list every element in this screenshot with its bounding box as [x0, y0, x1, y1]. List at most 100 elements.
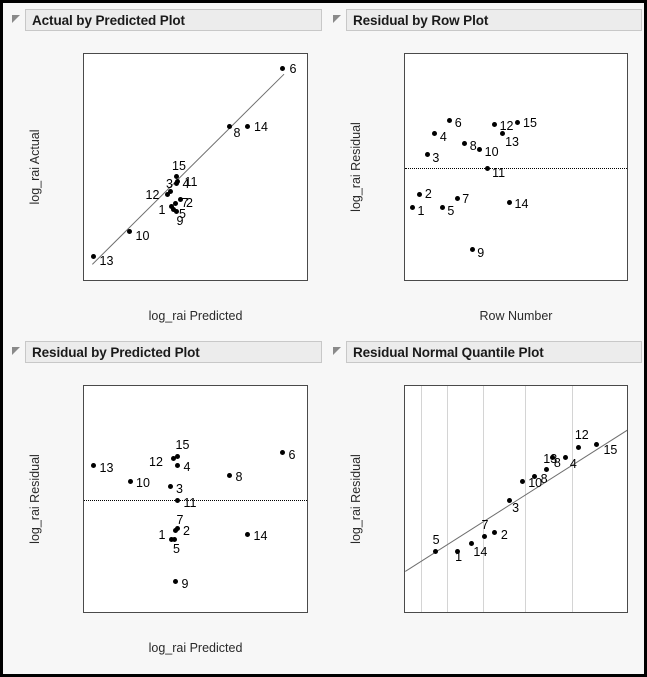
y-tick-mark-minor	[83, 519, 84, 520]
y-tick-mark	[404, 54, 405, 55]
data-point[interactable]	[173, 201, 178, 207]
x-tick-mark	[209, 612, 210, 613]
data-point[interactable]	[227, 472, 232, 478]
x-tick-mark	[284, 612, 285, 613]
data-point[interactable]	[543, 467, 549, 473]
y-axis-title: log_rai Residual	[349, 454, 363, 544]
data-point[interactable]	[492, 121, 498, 127]
triangle-disclosure-icon[interactable]	[12, 347, 20, 355]
data-point[interactable]	[127, 229, 132, 235]
data-point[interactable]	[173, 174, 179, 180]
panel-header-actual-by-predicted[interactable]: Actual by Predicted Plot	[12, 9, 322, 31]
data-point[interactable]	[173, 579, 178, 585]
y-tick-mark	[83, 206, 84, 207]
plot-frame: 123456789101112131415-0.6-0.4-0.20.00.20…	[404, 53, 628, 281]
data-point[interactable]	[424, 152, 430, 158]
data-point[interactable]	[165, 192, 170, 198]
x-tick-mark	[572, 612, 573, 613]
data-point-label: 11	[492, 166, 506, 180]
y-tick-mark-minor	[83, 244, 84, 245]
data-point[interactable]	[175, 453, 180, 459]
data-point[interactable]	[499, 131, 505, 137]
data-point[interactable]	[481, 534, 487, 540]
data-point-label: 2	[424, 186, 432, 201]
data-point[interactable]	[280, 65, 285, 71]
data-point[interactable]	[91, 254, 96, 260]
triangle-disclosure-icon[interactable]	[12, 15, 20, 23]
panel-header-residual-by-row[interactable]: Residual by Row Plot	[333, 9, 642, 31]
data-point[interactable]	[173, 527, 178, 533]
data-point-label: 5	[173, 541, 180, 556]
data-point[interactable]	[175, 497, 180, 503]
data-point[interactable]	[507, 199, 513, 205]
y-tick-mark	[83, 500, 84, 501]
y-tick-mark-minor	[83, 481, 84, 482]
data-point[interactable]	[469, 247, 475, 253]
data-point[interactable]	[519, 478, 525, 484]
data-point-label: 6	[288, 447, 296, 462]
gridline-vertical	[420, 386, 422, 612]
y-tick-mark	[404, 500, 405, 501]
data-point[interactable]	[514, 119, 520, 125]
data-point[interactable]	[462, 140, 468, 146]
data-point[interactable]	[576, 444, 582, 450]
y-tick-mark	[83, 462, 84, 463]
x-tick-mark	[517, 280, 518, 281]
data-point[interactable]	[127, 478, 133, 484]
data-point[interactable]	[447, 118, 453, 123]
panel-header-residual-normal-quantile[interactable]: Residual Normal Quantile Plot	[333, 341, 642, 363]
data-point-label: 9	[181, 576, 189, 591]
data-point-label: 13	[99, 460, 114, 475]
data-point[interactable]	[593, 441, 599, 447]
data-point-label: 8	[469, 139, 477, 154]
data-point-label: 14	[253, 529, 268, 544]
data-point[interactable]	[244, 123, 250, 129]
data-point[interactable]	[91, 463, 96, 469]
data-point[interactable]	[492, 530, 498, 536]
data-point[interactable]	[439, 205, 445, 211]
data-point[interactable]	[506, 497, 512, 503]
panel-header-residual-by-predicted[interactable]: Residual by Predicted Plot	[12, 341, 322, 363]
x-axis-title: log_rai Predicted	[148, 641, 243, 655]
data-point-label: 3	[166, 176, 173, 191]
data-point-label: 1	[158, 527, 166, 542]
triangle-disclosure-icon[interactable]	[333, 347, 341, 355]
data-point[interactable]	[227, 124, 232, 130]
data-point[interactable]	[454, 195, 460, 201]
x-tick-mark	[284, 280, 285, 281]
data-point[interactable]	[417, 192, 423, 198]
data-point-label: 7	[481, 517, 489, 532]
data-point[interactable]	[175, 178, 180, 184]
y-tick-mark	[83, 155, 84, 156]
data-point-label: 8	[553, 455, 561, 470]
y-tick-mark	[404, 405, 405, 406]
data-point[interactable]	[409, 205, 415, 211]
data-point-label: 10	[136, 476, 150, 490]
data-point[interactable]	[477, 146, 483, 152]
y-tick-mark-minor	[404, 429, 405, 430]
x-tick-mark	[421, 612, 422, 613]
x-tick-mark	[447, 612, 448, 613]
data-point[interactable]	[245, 531, 250, 537]
x-axis-title: log_rai Predicted	[148, 309, 243, 323]
data-point-label: 15	[172, 158, 186, 173]
data-point-label: 1	[158, 203, 166, 217]
x-tick-mark	[554, 280, 555, 281]
data-point[interactable]	[167, 484, 173, 490]
data-point-label: 1	[455, 550, 463, 565]
plot-frame: 123456789101112131415-0.6-0.4-0.20.00.20…	[83, 385, 308, 613]
data-point[interactable]	[175, 463, 180, 469]
data-point[interactable]	[174, 208, 179, 214]
data-point[interactable]	[432, 131, 438, 137]
data-point-label: 14	[514, 197, 529, 212]
data-point[interactable]	[433, 548, 439, 554]
data-point-label: 4	[183, 459, 191, 474]
y-tick-mark-minor	[83, 143, 84, 144]
triangle-disclosure-icon[interactable]	[333, 15, 341, 23]
data-point[interactable]	[280, 450, 285, 455]
data-point[interactable]	[484, 165, 490, 171]
x-tick-mark	[483, 612, 484, 613]
data-point[interactable]	[563, 455, 569, 461]
gridline-vertical	[571, 386, 573, 612]
gridline-vertical	[482, 386, 484, 612]
